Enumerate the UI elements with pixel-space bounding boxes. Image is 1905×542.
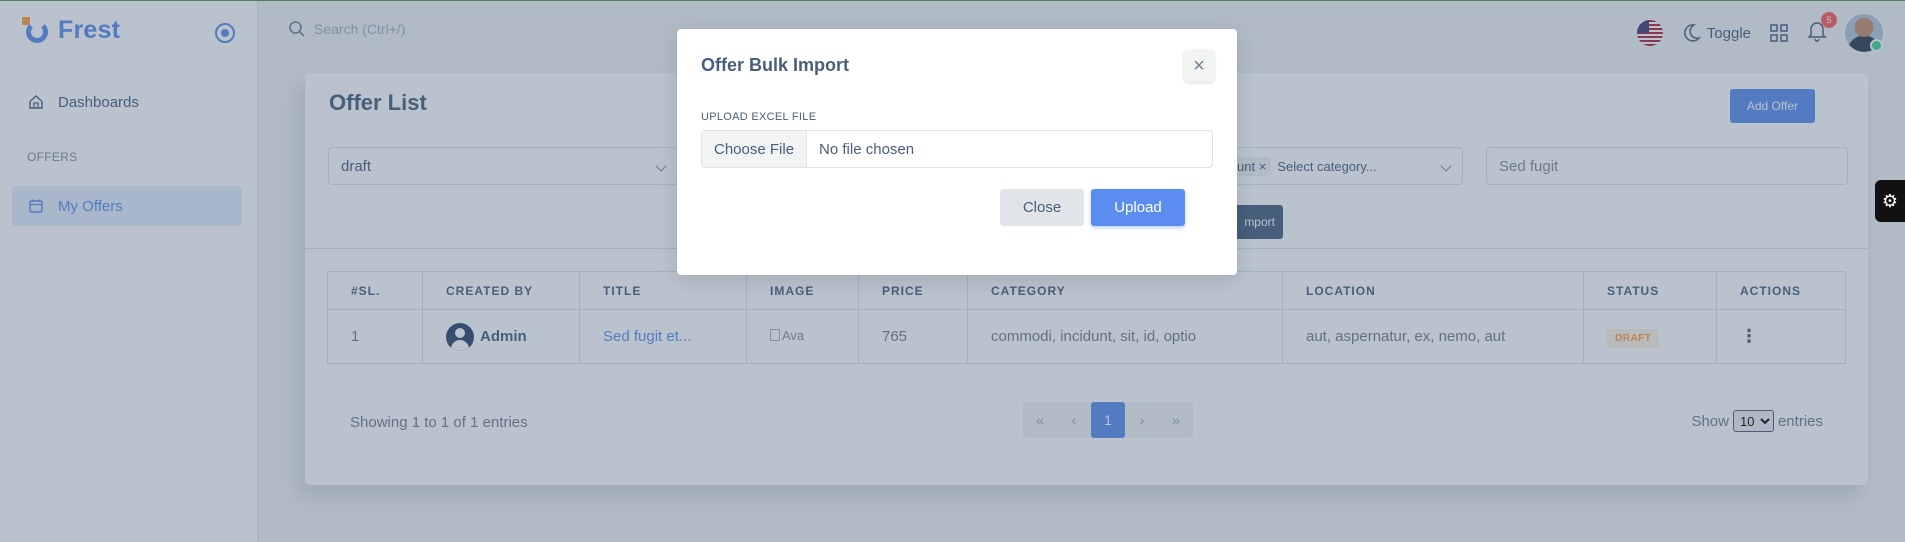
file-name-text: No file chosen [819, 140, 915, 158]
upload-label: UPLOAD EXCEL FILE [701, 111, 817, 123]
file-input[interactable]: Choose File No file chosen [701, 130, 1213, 168]
modal-title: Offer Bulk Import [701, 55, 850, 75]
close-icon[interactable]: × [1184, 50, 1214, 82]
settings-gear-icon[interactable]: ⚙ [1875, 180, 1905, 222]
close-button[interactable]: Close [1000, 189, 1084, 226]
choose-file-button[interactable]: Choose File [702, 131, 808, 167]
bulk-import-modal: Offer Bulk Import × UPLOAD EXCEL FILE Ch… [677, 29, 1237, 275]
upload-button[interactable]: Upload [1091, 189, 1185, 226]
